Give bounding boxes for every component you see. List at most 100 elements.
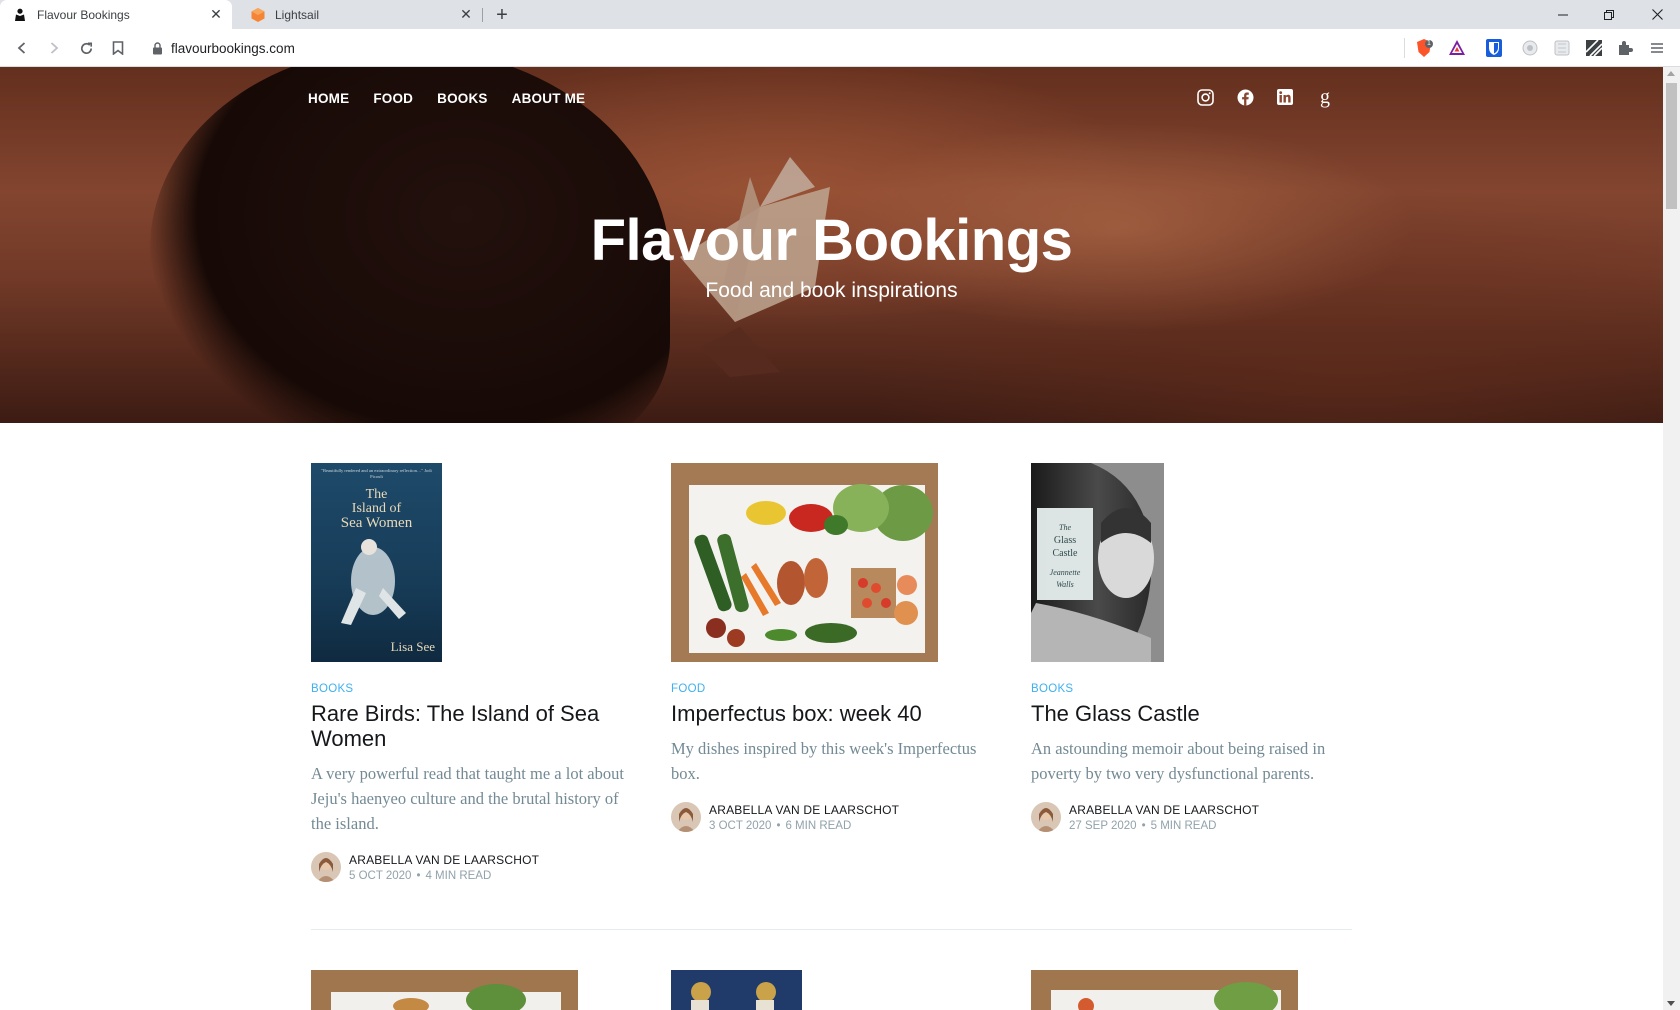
hero-header: HOME FOOD BOOKS ABOUT ME g Flavour Booki… (0, 67, 1663, 423)
url-text: flavourbookings.com (171, 40, 295, 56)
browser-toolbar: flavourbookings.com 1 (0, 29, 1680, 67)
page-scrollbar[interactable] (1663, 67, 1680, 1010)
cover-title-line1: The (1059, 523, 1071, 532)
goodreads-glyph: g (1320, 86, 1330, 108)
site-nav: HOME FOOD BOOKS ABOUT ME (308, 91, 585, 106)
post-date: 27 SEP 2020 (1069, 819, 1137, 832)
restore-button[interactable] (1586, 0, 1632, 29)
post-date-read: 27 SEP 2020 • 5 MIN READ (1069, 820, 1259, 832)
nav-food[interactable]: FOOD (373, 91, 413, 106)
browser-tab-lightsail[interactable]: Lightsail ✕ (238, 0, 482, 29)
cover-author: Lisa See (390, 639, 435, 654)
post-meta: ARABELLA VAN DE LAARSCHOT 5 OCT 2020 • 4 M… (311, 852, 631, 882)
avatar[interactable] (1031, 802, 1061, 832)
author-name[interactable]: ARABELLA VAN DE LAARSCHOT (709, 803, 899, 817)
post-thumbnail[interactable]: "Beautifully rendered and an extraordina… (311, 463, 442, 662)
post-thumbnail[interactable] (671, 970, 802, 1010)
post-date-read: 5 OCT 2020 • 4 MIN READ (349, 870, 539, 882)
post-meta: ARABELLA VAN DE LAARSCHOT 27 SEP 2020 • 5 … (1031, 802, 1351, 832)
site-title: Flavour Bookings (590, 208, 1073, 273)
browser-tab-flavour-bookings[interactable]: Flavour Bookings ✕ (0, 0, 232, 29)
menu-icon[interactable] (1647, 38, 1667, 58)
meta-separator: • (416, 869, 421, 882)
post-meta: ARABELLA VAN DE LAARSCHOT 3 OCT 2020 • 6 M… (671, 802, 991, 832)
scroll-thumb[interactable] (1666, 83, 1677, 209)
brave-shields-icon[interactable]: 1 (1414, 38, 1434, 58)
nav-books[interactable]: BOOKS (437, 91, 488, 106)
cover-title-line3: Sea Women (340, 515, 413, 531)
new-tab-button[interactable]: + (490, 3, 514, 27)
reading-time: 5 MIN READ (1150, 819, 1217, 832)
meta-separator: • (776, 819, 781, 832)
post-card[interactable]: "Beautifully rendered and an extraordina… (311, 463, 631, 882)
reload-button[interactable] (72, 34, 100, 62)
post-thumbnail[interactable]: The Glass Castle Jeannette Walls (1031, 463, 1164, 662)
back-button[interactable] (8, 34, 36, 62)
post-date: 3 OCT 2020 (709, 819, 772, 832)
post-tag[interactable]: BOOKS (1031, 683, 1351, 695)
book-reader-icon (12, 7, 28, 23)
tab-title: Flavour Bookings (37, 7, 130, 22)
nav-about-me[interactable]: ABOUT ME (512, 91, 586, 106)
tab-separator (482, 8, 483, 22)
post-excerpt: A very powerful read that taught me a lo… (311, 764, 624, 833)
post-excerpt: An astounding memoir about being raised … (1031, 739, 1326, 783)
post-card[interactable]: FOOD Imperfectus box: week 40 My dishes … (671, 463, 991, 832)
extension-grid-icon[interactable] (1552, 38, 1572, 58)
section-divider (311, 929, 1352, 930)
close-tab-icon[interactable]: ✕ (458, 6, 474, 23)
cover-author-line2: Walls (1056, 580, 1074, 589)
post-thumbnail[interactable] (311, 970, 578, 1010)
scroll-down-arrow[interactable] (1667, 1001, 1675, 1006)
instagram-icon[interactable] (1195, 87, 1215, 107)
tab-title: Lightsail (275, 7, 320, 22)
post-thumbnail[interactable] (1031, 970, 1298, 1010)
browser-tabstrip: Flavour Bookings ✕ Lightsail ✕ + (0, 0, 1680, 29)
cover-blurb: "Beautifully rendered and an extraordina… (321, 468, 432, 479)
forward-button[interactable] (40, 34, 68, 62)
post-tag[interactable]: BOOKS (311, 683, 631, 695)
brave-rewards-icon[interactable] (1447, 38, 1467, 58)
author-name[interactable]: ARABELLA VAN DE LAARSCHOT (349, 853, 539, 867)
cover-title-line3: Castle (1052, 548, 1078, 559)
lock-icon (152, 41, 163, 55)
extensions-puzzle-icon[interactable] (1615, 38, 1635, 58)
post-tag[interactable]: FOOD (671, 683, 991, 695)
author-name[interactable]: ARABELLA VAN DE LAARSCHOT (1069, 803, 1259, 817)
page-viewport: HOME FOOD BOOKS ABOUT ME g Flavour Booki… (0, 67, 1663, 1010)
post-thumbnail[interactable] (671, 463, 938, 662)
linkedin-icon[interactable] (1275, 87, 1295, 107)
brave-badge: 1 (1427, 40, 1431, 47)
post-card[interactable]: The Glass Castle Jeannette Walls BOOKS T… (1031, 463, 1351, 832)
address-bar[interactable]: flavourbookings.com (140, 33, 1410, 63)
lightsail-cube-icon (250, 7, 266, 23)
post-title[interactable]: The Glass Castle (1031, 701, 1351, 726)
vegetable-box-photo (671, 463, 938, 662)
social-links: g (1195, 87, 1335, 107)
post-date: 5 OCT 2020 (349, 869, 412, 882)
minimize-button[interactable] (1540, 0, 1586, 29)
cover-author-line1: Jeannette (1049, 568, 1081, 577)
meta-separator: • (1141, 819, 1146, 832)
post-title[interactable]: Imperfectus box: week 40 (671, 701, 991, 726)
nav-home[interactable]: HOME (308, 91, 349, 106)
post-title[interactable]: Rare Birds: The Island of Sea Women (311, 701, 631, 751)
site-subtitle: Food and book inspirations (705, 279, 958, 302)
scroll-up-arrow[interactable] (1667, 71, 1675, 76)
bitwarden-icon[interactable] (1484, 38, 1504, 58)
reading-time: 4 MIN READ (425, 869, 492, 882)
close-tab-icon[interactable]: ✕ (208, 6, 224, 23)
bookmark-icon[interactable] (104, 34, 132, 62)
toolbar-divider (1404, 38, 1405, 58)
extension-stripes-icon[interactable] (1584, 38, 1604, 58)
reading-time: 6 MIN READ (785, 819, 852, 832)
avatar[interactable] (311, 852, 341, 882)
goodreads-icon[interactable]: g (1315, 87, 1335, 107)
extension-circle-icon[interactable] (1520, 38, 1540, 58)
avatar[interactable] (671, 802, 701, 832)
post-excerpt: My dishes inspired by this week's Imperf… (671, 739, 977, 783)
post-date-read: 3 OCT 2020 • 6 MIN READ (709, 820, 899, 832)
close-window-button[interactable] (1634, 0, 1680, 29)
cover-title-line2: Glass (1053, 535, 1077, 546)
facebook-icon[interactable] (1235, 87, 1255, 107)
